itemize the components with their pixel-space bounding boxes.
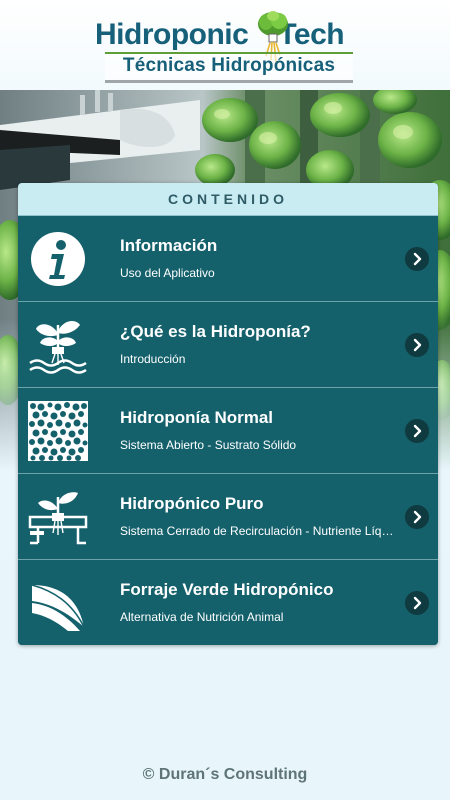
menu-item-hidroponico-puro[interactable]: Hidropónico Puro Sistema Cerrado de Reci… (18, 474, 438, 560)
chevron-right-icon (405, 333, 429, 357)
menu-item-subtitle: Sistema Cerrado de Recirculación - Nutri… (120, 524, 395, 538)
menu-item-subtitle: Introducción (120, 352, 186, 366)
app-header: Hidroponic Tech Técnicas Hidropónicas (0, 0, 450, 90)
menu-item-subtitle: Sistema Abierto - Sustrato Sólido (120, 438, 297, 452)
substrate-icon (28, 401, 88, 461)
menu-item-forraje-verde[interactable]: Forraje Verde Hidropónico Alternativa de… (18, 560, 438, 645)
chevron-right-icon (405, 591, 429, 615)
menu-item-title: Hidropónico Puro (120, 494, 264, 513)
menu-item-title: ¿Qué es la Hidroponía? (120, 322, 311, 341)
logo-title: Hidroponic Tech (95, 18, 345, 52)
plant-channel-icon (28, 492, 88, 545)
menu-item-title: Hidroponía Normal (120, 408, 274, 427)
menu-item-subtitle: Uso del Aplicativo (120, 266, 215, 280)
forage-leaves-icon (31, 584, 85, 631)
panel-heading: CONTENIDO (18, 183, 438, 216)
logo-subtitle: Técnicas Hidropónicas (105, 52, 353, 83)
menu-item-title: Forraje Verde Hidropónico (120, 580, 334, 599)
app-logo: Hidroponic Tech Técnicas Hidropónicas (95, 10, 360, 83)
chevron-right-icon (405, 419, 429, 443)
menu-item-que-es-hidroponia[interactable]: ¿Qué es la Hidroponía? Introducción (18, 302, 438, 388)
menu-item-informacion[interactable]: Información Uso del Aplicativo (18, 216, 438, 302)
seedling-water-icon (29, 321, 87, 374)
info-icon (31, 232, 85, 286)
chevron-right-icon (405, 505, 429, 529)
logo-word-hidroponic: Hidroponic (95, 18, 249, 51)
menu-item-title: Información (120, 236, 218, 255)
chevron-right-icon (405, 247, 429, 271)
menu-item-subtitle: Alternativa de Nutrición Animal (120, 610, 284, 624)
menu-item-hidroponia-normal[interactable]: Hidroponía Normal Sistema Abierto - Sust… (18, 388, 438, 474)
content-panel: CONTENIDO Información Uso del Aplicativo… (18, 183, 438, 645)
footer-copyright: © Duran´s Consulting (142, 766, 308, 783)
